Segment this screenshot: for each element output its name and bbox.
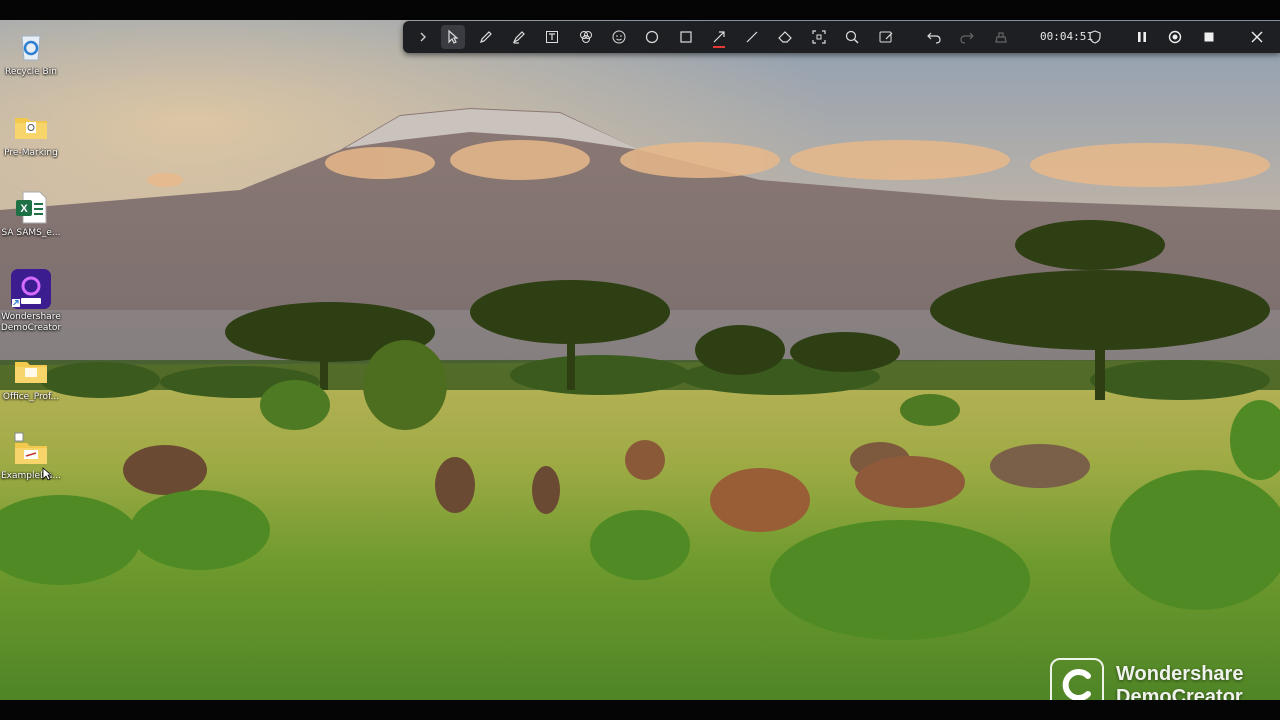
shield-icon[interactable]	[1083, 25, 1107, 49]
text-icon[interactable]	[540, 25, 564, 49]
cursor-icon[interactable]	[441, 25, 465, 49]
rectangle-icon[interactable]	[674, 25, 698, 49]
close-icon[interactable]	[1245, 25, 1269, 49]
folder-icon	[13, 109, 49, 145]
watermark-line2: DemoCreator	[1116, 686, 1243, 700]
desktop: Recycle Bin Pre-Marking X SA SAMS_e... W…	[0, 20, 1280, 700]
desktop-icon-exampleda[interactable]: ExampleDa...	[0, 432, 62, 482]
magnifier-icon[interactable]	[840, 25, 864, 49]
desktop-icon-label: ExampleDa...	[0, 471, 62, 481]
svg-text:X: X	[20, 203, 28, 215]
palette-icon[interactable]	[574, 25, 598, 49]
desktop-icon-sa-sams[interactable]: X SA SAMS_e...	[0, 189, 62, 239]
desktop-icon-pre-marking[interactable]: Pre-Marking	[0, 109, 62, 159]
pen-icon[interactable]	[474, 25, 498, 49]
democreator-watermark: Wondershare DemoCreator	[1050, 658, 1270, 700]
excel-file-icon: X	[13, 189, 49, 225]
democreator-logo-icon	[1050, 658, 1104, 700]
desktop-icon-label: Wondershare DemoCreator	[0, 312, 62, 333]
eraser-icon[interactable]	[773, 25, 797, 49]
democreator-app-icon	[11, 269, 51, 309]
desktop-icon-label: Office_Prof...	[2, 392, 60, 402]
desktop-icon-label: SA SAMS_e...	[1, 228, 61, 238]
emoji-icon[interactable]	[607, 25, 631, 49]
desktop-icon-office-prof[interactable]: Office_Prof...	[0, 353, 62, 403]
redo-icon[interactable]	[955, 25, 979, 49]
whiteboard-icon[interactable]	[874, 25, 898, 49]
desktop-icon-label: Recycle Bin	[5, 67, 57, 77]
pen-color-indicator	[713, 46, 725, 48]
folder-icon	[13, 353, 49, 389]
desktop-wallpaper	[0, 20, 1280, 700]
stop-icon[interactable]	[1197, 25, 1221, 49]
record-icon[interactable]	[1163, 25, 1187, 49]
line-icon[interactable]	[740, 25, 764, 49]
arrow-icon[interactable]	[707, 25, 731, 49]
highlighter-icon[interactable]	[507, 25, 531, 49]
watermark-line1: Wondershare	[1116, 663, 1244, 685]
desktop-icon-democreator[interactable]: Wondershare DemoCreator	[0, 269, 62, 334]
undo-icon[interactable]	[922, 25, 946, 49]
recording-toolbar: 00:04:51	[403, 21, 1280, 53]
folder-icon	[13, 432, 49, 468]
clear-icon[interactable]	[989, 25, 1013, 49]
chevron-right-icon[interactable]	[411, 25, 435, 49]
focus-icon[interactable]	[807, 25, 831, 49]
circle-icon[interactable]	[640, 25, 664, 49]
video-letterbox-top	[0, 0, 1280, 20]
recycle-bin-icon	[13, 28, 49, 64]
pause-icon[interactable]	[1130, 25, 1154, 49]
desktop-icon-recycle-bin[interactable]: Recycle Bin	[0, 28, 62, 78]
video-letterbox-bottom	[0, 700, 1280, 720]
desktop-icon-label: Pre-Marking	[4, 148, 58, 158]
mouse-cursor-icon	[42, 467, 52, 481]
